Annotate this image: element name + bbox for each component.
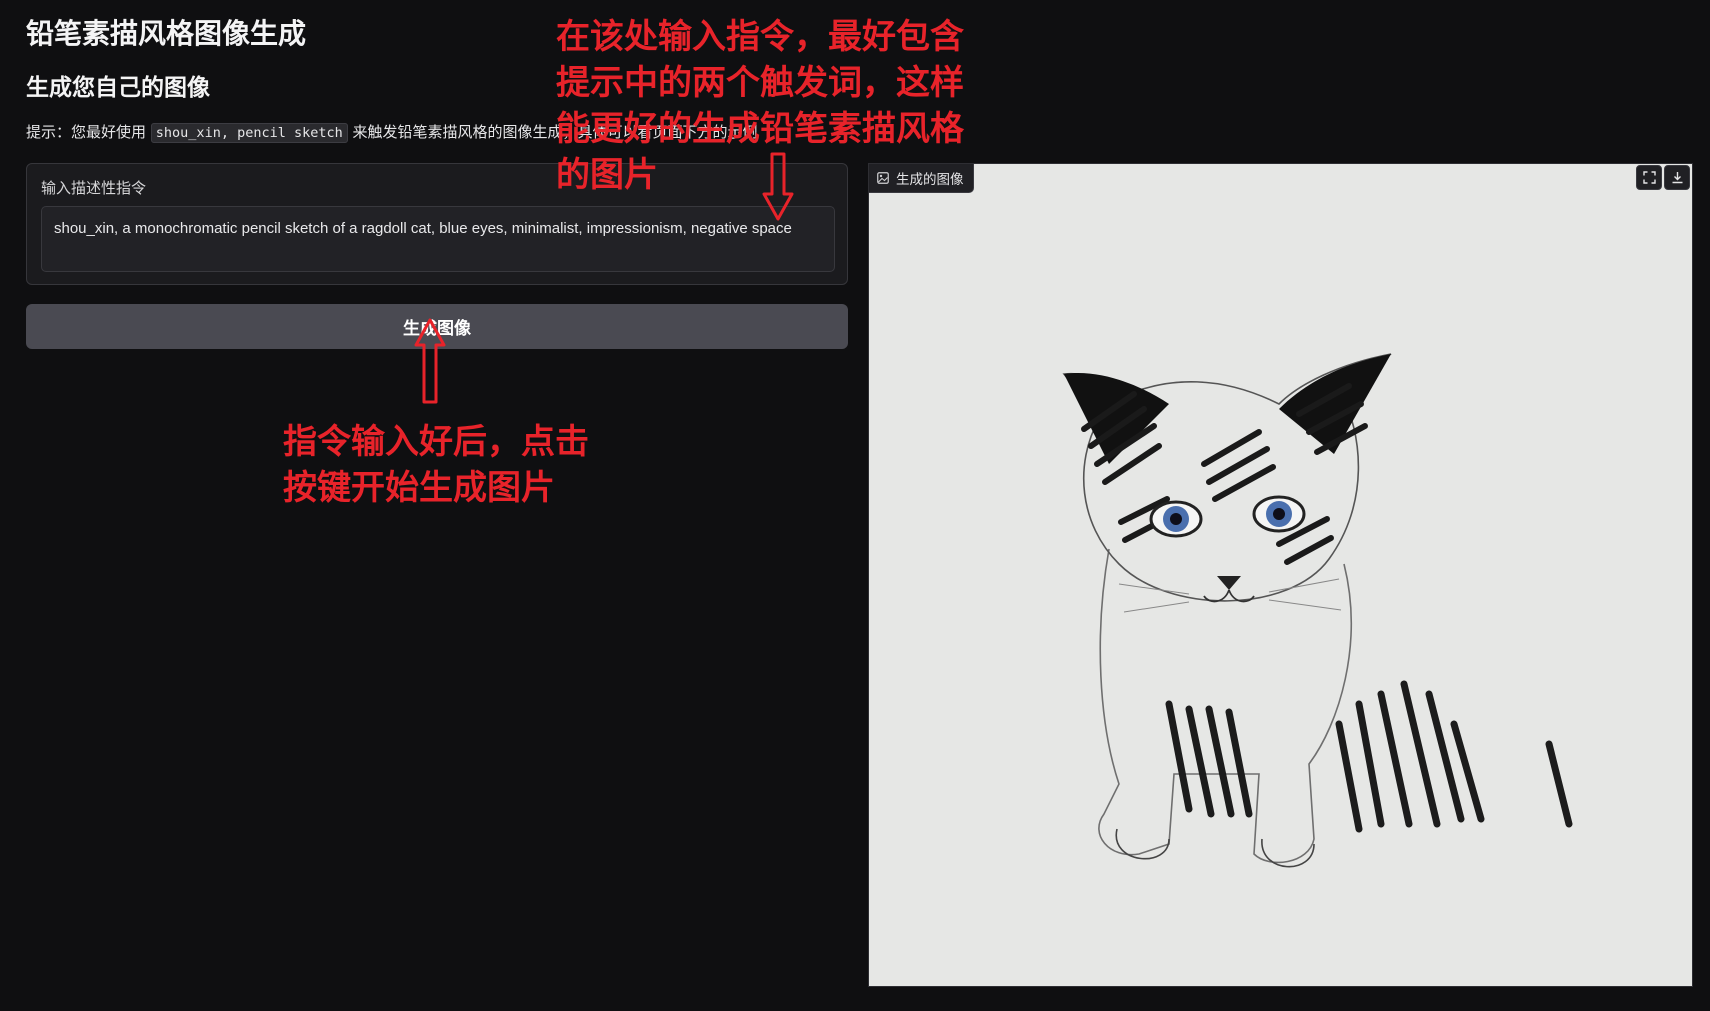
output-actions <box>1636 165 1690 190</box>
annotation-top-line: 的图片 <box>556 155 658 195</box>
generated-image <box>869 164 1692 986</box>
page: 铅笔素描风格图像生成 生成您自己的图像 提示：您最好使用 shou_xin, p… <box>0 0 1710 1011</box>
annotation-top-line: 提示中的两个触发词，这样 <box>556 63 964 103</box>
arrow-up-icon <box>414 318 446 404</box>
download-button[interactable] <box>1664 165 1690 190</box>
output-image-panel: 生成的图像 <box>868 163 1693 987</box>
annotation-top-line: 能更好的生成铅笔素描风格 <box>556 109 964 149</box>
annotation-bottom-line: 按键开始生成图片 <box>283 468 555 508</box>
annotation-bottom: 指令输入好后，点击 按键开始生成图片 <box>283 419 589 511</box>
hint-prefix: 提示：您最好使用 <box>26 123 147 141</box>
prompt-label: 输入描述性指令 <box>41 179 147 197</box>
download-icon <box>1672 172 1682 184</box>
fullscreen-button[interactable] <box>1636 165 1662 190</box>
arrow-down-icon <box>762 152 794 221</box>
annotation-top: 在该处输入指令，最好包含 提示中的两个触发词，这样 能更好的生成铅笔素描风格 的… <box>556 14 964 198</box>
prompt-input[interactable]: shou_xin, a monochromatic pencil sketch … <box>41 206 835 272</box>
hint-trigger-words: shou_xin, pencil sketch <box>150 123 348 143</box>
annotation-bottom-line: 指令输入好后，点击 <box>283 422 589 462</box>
annotation-top-line: 在该处输入指令，最好包含 <box>556 17 964 57</box>
page-subtitle: 生成您自己的图像 <box>26 75 210 101</box>
page-title: 铅笔素描风格图像生成 <box>26 17 307 50</box>
fullscreen-icon <box>1642 171 1656 184</box>
